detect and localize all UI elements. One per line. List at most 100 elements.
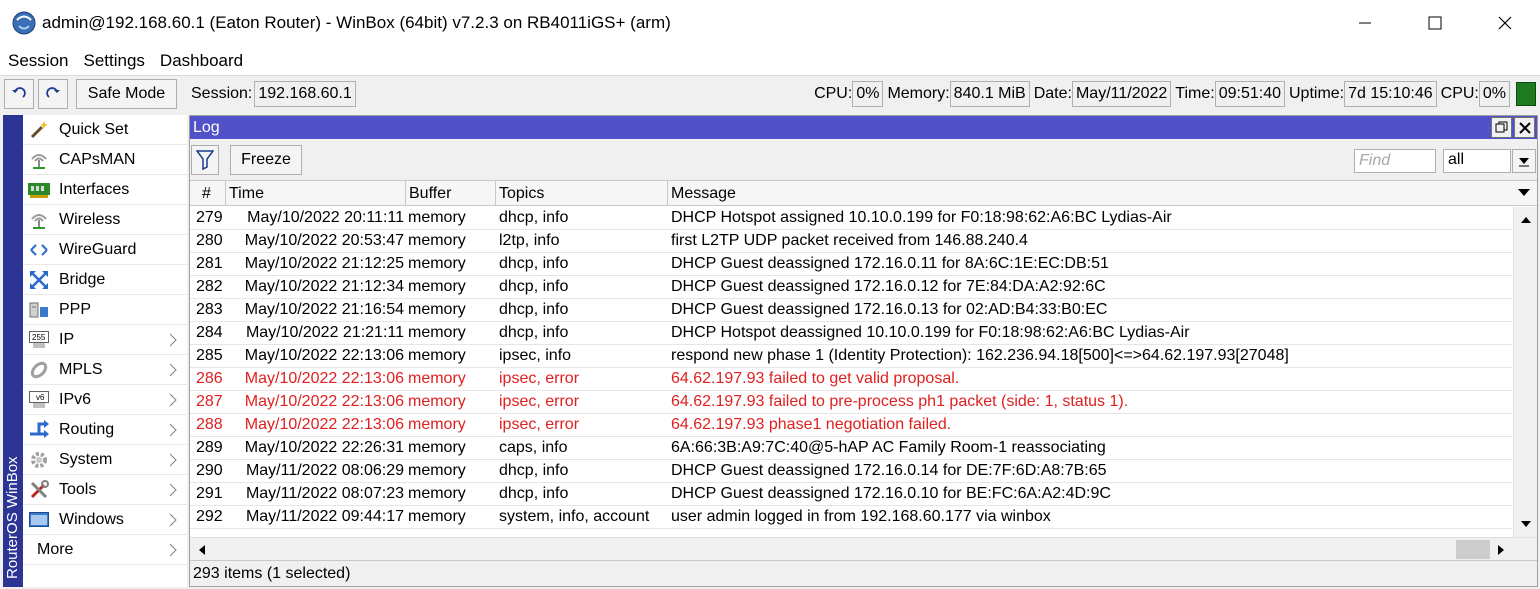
scroll-down-button[interactable]	[1515, 513, 1537, 535]
table-row[interactable]: 285 May/10/2022 22:13:06 memory ipsec, info…	[190, 345, 1512, 368]
topic-filter-select[interactable]: all	[1443, 149, 1511, 173]
column-header-topics[interactable]: Topics	[496, 181, 668, 206]
status-readouts: CPU: 0% Memory: 840.1 MiB Date: May/11/2…	[814, 76, 1540, 112]
antenna-icon	[28, 209, 50, 231]
cpu-label: CPU:	[814, 85, 853, 102]
arrow-left-icon	[199, 545, 205, 555]
uptime-label: Uptime:	[1288, 85, 1345, 102]
table-row-error[interactable]: 288 May/10/2022 22:13:06 memory ipsec, erro…	[190, 414, 1512, 437]
table-row[interactable]: 281 May/10/2022 21:12:25 memory dhcp, info D…	[190, 253, 1512, 276]
svg-text:v6: v6	[36, 393, 45, 402]
table-row[interactable]: 280 May/10/2022 20:53:47 memory l2tp, info f…	[190, 230, 1512, 253]
table-row[interactable]: 284 May/10/2022 21:21:11 memory dhcp, info D…	[190, 322, 1512, 345]
sidebar-item-tools[interactable]: Tools	[23, 475, 187, 505]
maximize-button[interactable]	[1400, 0, 1470, 46]
safe-mode-label: Safe Mode	[87, 85, 166, 102]
topic-filter-dropdown-button[interactable]	[1512, 149, 1536, 173]
sidebar-menu: Quick Set CAPsMAN Interfaces Wireless Wi…	[23, 115, 187, 587]
cpu-indicator	[1516, 82, 1536, 106]
winbox-logo-icon	[12, 11, 36, 35]
sidebar-item-ipv6[interactable]: v6 IPv6	[23, 385, 187, 415]
table-row-error[interactable]: 286 May/10/2022 22:13:06 memory ipsec, erro…	[190, 368, 1512, 391]
sidebar-item-bridge[interactable]: Bridge	[23, 265, 187, 295]
brand-bar: RouterOS WinBox	[3, 115, 23, 587]
network-card-icon	[28, 179, 50, 201]
arrow-right-icon	[1498, 545, 1504, 555]
redo-button[interactable]	[38, 79, 68, 109]
table-row[interactable]: 292 May/11/2022 09:44:17 memory system, inf…	[190, 506, 1512, 529]
submenu-arrow-icon	[169, 333, 177, 347]
safe-mode-button[interactable]: Safe Mode	[76, 79, 177, 109]
horizontal-scroll-thumb[interactable]	[1456, 540, 1490, 559]
table-row[interactable]: 279 May/10/2022 20:11:11 memory dhcp, info D…	[190, 207, 1512, 230]
ip-icon: 255	[28, 329, 50, 351]
time-label: Time:	[1175, 85, 1215, 102]
log-table: # Time Buffer Topics Message 279 May/10/2…	[190, 180, 1537, 561]
date-label: Date:	[1033, 85, 1072, 102]
column-header-time[interactable]: Time	[226, 181, 406, 206]
vertical-scrollbar[interactable]	[1513, 207, 1537, 537]
scroll-up-button[interactable]	[1515, 209, 1537, 231]
ppp-icon	[28, 299, 50, 321]
date-field: May/11/2022	[1071, 81, 1172, 107]
log-status-bar: 293 items (1 selected)	[190, 560, 1537, 586]
bridge-icon	[28, 269, 50, 291]
sidebar-item-capsman[interactable]: CAPsMAN	[23, 145, 187, 175]
sidebar-item-wireguard[interactable]: WireGuard	[23, 235, 187, 265]
brand-text: RouterOS WinBox	[4, 456, 21, 579]
filter-button[interactable]	[191, 145, 219, 175]
sidebar-item-quick-set[interactable]: Quick Set	[23, 115, 187, 145]
undo-icon	[12, 87, 26, 98]
log-title-bar[interactable]: Log	[190, 116, 1537, 139]
minimize-button[interactable]	[1330, 0, 1400, 46]
menu-dashboard[interactable]: Dashboard	[152, 51, 250, 71]
find-input[interactable]	[1354, 149, 1436, 173]
log-restore-button[interactable]	[1491, 117, 1512, 138]
session-label: Session:	[191, 85, 253, 102]
cpu2-label: CPU:	[1440, 85, 1479, 102]
menu-settings[interactable]: Settings	[75, 51, 151, 71]
memory-label: Memory:	[887, 85, 950, 102]
table-row[interactable]: 291 May/11/2022 08:07:23 memory dhcp, info D…	[190, 483, 1512, 506]
sidebar-item-mpls[interactable]: MPLS	[23, 355, 187, 385]
freeze-button[interactable]: Freeze	[230, 145, 302, 175]
log-close-button[interactable]	[1514, 117, 1535, 138]
sidebar-item-routing[interactable]: Routing	[23, 415, 187, 445]
chevron-down-icon	[1519, 158, 1529, 167]
memory-field: 840.1 MiB	[949, 81, 1030, 107]
scroll-left-button[interactable]	[191, 539, 213, 561]
sidebar-item-system[interactable]: System	[23, 445, 187, 475]
log-toolbar: Freeze all	[190, 139, 1537, 177]
column-header-message[interactable]: Message	[668, 181, 1537, 206]
sidebar-item-more[interactable]: More	[23, 535, 187, 565]
table-row[interactable]: 282 May/10/2022 21:12:34 memory dhcp, info D…	[190, 276, 1512, 299]
sidebar-item-windows[interactable]: Windows	[23, 505, 187, 535]
column-menu-button[interactable]	[1513, 182, 1535, 204]
column-header-buffer[interactable]: Buffer	[406, 181, 496, 206]
arrow-up-icon	[1521, 217, 1531, 223]
table-row[interactable]: 290 May/11/2022 08:06:29 memory dhcp, info D…	[190, 460, 1512, 483]
svg-text:255: 255	[32, 333, 46, 342]
column-header-num[interactable]: #	[190, 181, 226, 206]
menu-session[interactable]: Session	[0, 51, 75, 71]
table-row-error[interactable]: 287 May/10/2022 22:13:06 memory ipsec, erro…	[190, 391, 1512, 414]
sidebar-item-interfaces[interactable]: Interfaces	[23, 175, 187, 205]
log-window: Log Freeze all # Time Buffer Topics Mess…	[189, 115, 1538, 587]
scroll-right-button[interactable]	[1490, 539, 1512, 561]
sidebar-item-ip[interactable]: 255 IP	[23, 325, 187, 355]
undo-button[interactable]	[4, 79, 34, 109]
sidebar-item-wireless[interactable]: Wireless	[23, 205, 187, 235]
wireguard-icon	[28, 239, 50, 261]
table-row[interactable]: 283 May/10/2022 21:16:54 memory dhcp, info D…	[190, 299, 1512, 322]
antenna-icon	[28, 149, 50, 171]
close-button[interactable]	[1470, 0, 1540, 46]
session-field: 192.168.60.1	[254, 81, 356, 107]
cpu2-field: 0%	[1478, 81, 1510, 107]
sidebar-item-ppp[interactable]: PPP	[23, 295, 187, 325]
item-count: 293 items (1 selected)	[193, 564, 351, 582]
submenu-arrow-icon	[169, 453, 177, 467]
table-row[interactable]: 289 May/10/2022 22:26:31 memory caps, info 6…	[190, 437, 1512, 460]
horizontal-scrollbar[interactable]	[190, 537, 1537, 561]
routing-icon	[28, 419, 50, 441]
close-icon	[1518, 121, 1531, 134]
